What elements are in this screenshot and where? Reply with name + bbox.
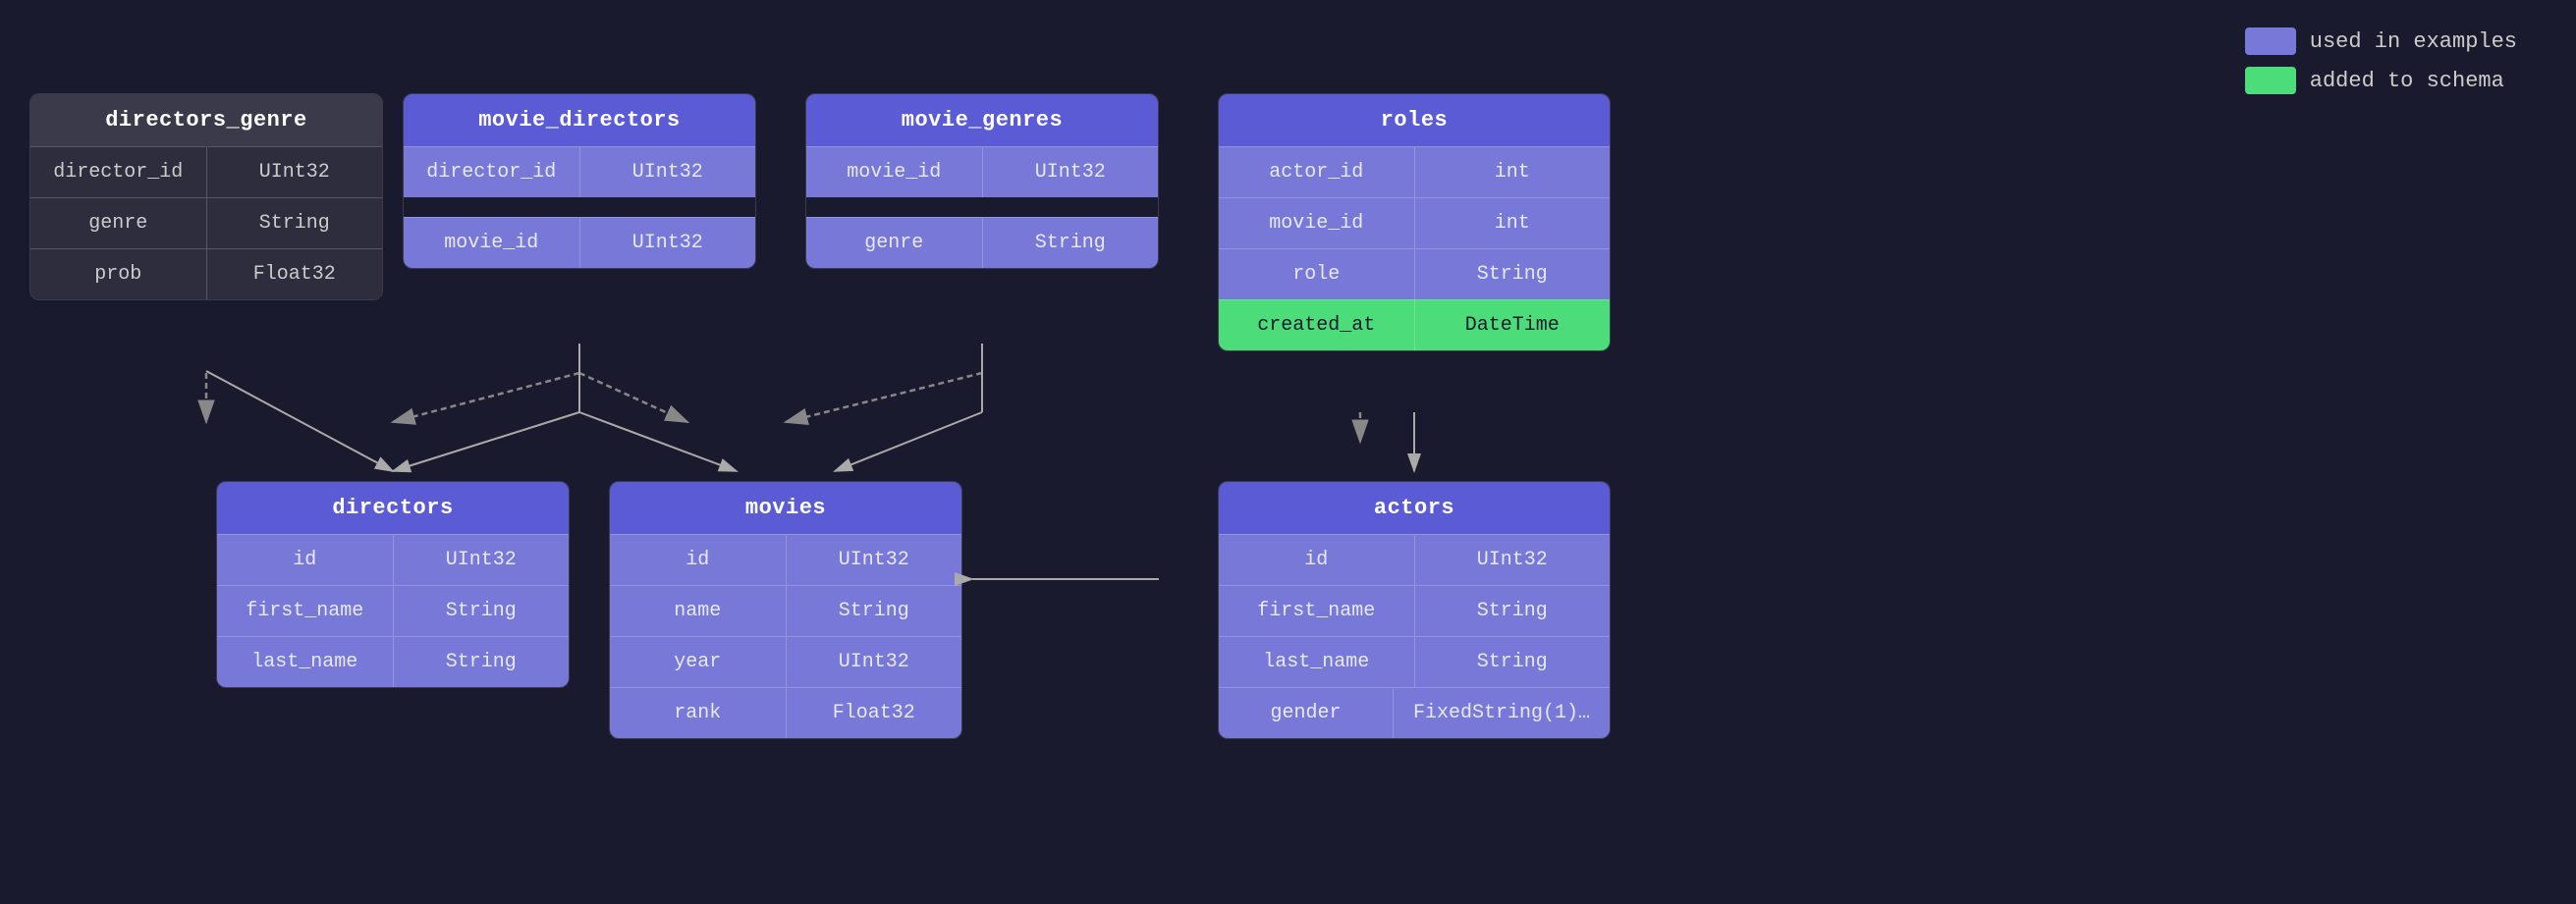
table-row: rank Float32 [610, 687, 961, 738]
table-row: movie_id int [1219, 197, 1610, 248]
table-row: last_name String [217, 636, 569, 687]
table-rows-actors: id UInt32 first_name String last_name St… [1219, 534, 1610, 738]
table-row: genre String [30, 197, 382, 248]
table-row: last_name String [1219, 636, 1610, 687]
diagram-canvas: used in examples added to schema directo… [0, 0, 2576, 904]
table-row: role String [1219, 248, 1610, 299]
table-row: id UInt32 [217, 534, 569, 585]
table-row: genre String [806, 217, 1158, 268]
table-row: director_id UInt32 [30, 146, 382, 197]
table-rows-directors: id UInt32 first_name String last_name St… [217, 534, 569, 687]
table-row: gender FixedString(1)… [1219, 687, 1610, 738]
table-rows-movies: id UInt32 name String year UInt32 rank F… [610, 534, 961, 738]
table-rows-roles: actor_id int movie_id int role String cr… [1219, 146, 1610, 350]
table-row: movie_id UInt32 [806, 146, 1158, 197]
table-row: first_name String [1219, 585, 1610, 636]
table-movie-directors: movie_directors director_id UInt32 movie… [403, 93, 756, 269]
legend: used in examples added to schema [2245, 27, 2517, 94]
table-row-created-at: created_at DateTime [1219, 299, 1610, 350]
table-header-movies: movies [610, 482, 961, 534]
table-header-movie-directors: movie_directors [404, 94, 755, 146]
table-roles: roles actor_id int movie_id int role Str… [1218, 93, 1611, 351]
table-header-movie-genres: movie_genres [806, 94, 1158, 146]
table-directors-genre: directors_genre director_id UInt32 genre… [29, 93, 383, 300]
table-row: director_id UInt32 [404, 146, 755, 197]
table-row: year UInt32 [610, 636, 961, 687]
legend-item-added: added to schema [2245, 67, 2517, 94]
table-rows-movie-directors: director_id UInt32 movie_id UInt32 [404, 146, 755, 268]
table-row: id UInt32 [610, 534, 961, 585]
table-row: prob Float32 [30, 248, 382, 299]
table-movie-genres: movie_genres movie_id UInt32 genre Strin… [805, 93, 1159, 269]
legend-item-used: used in examples [2245, 27, 2517, 55]
table-actors: actors id UInt32 first_name String last_… [1218, 481, 1611, 739]
table-row: movie_id UInt32 [404, 217, 755, 268]
table-row: actor_id int [1219, 146, 1610, 197]
legend-box-blue [2245, 27, 2296, 55]
table-row: name String [610, 585, 961, 636]
legend-box-green [2245, 67, 2296, 94]
table-header-actors: actors [1219, 482, 1610, 534]
table-header-directors-genre: directors_genre [30, 94, 382, 146]
table-movies: movies id UInt32 name String year UInt32… [609, 481, 962, 739]
table-header-roles: roles [1219, 94, 1610, 146]
table-rows-directors-genre: director_id UInt32 genre String prob Flo… [30, 146, 382, 299]
table-row: id UInt32 [1219, 534, 1610, 585]
table-header-directors: directors [217, 482, 569, 534]
legend-label-used: used in examples [2310, 29, 2517, 54]
legend-label-added: added to schema [2310, 69, 2504, 93]
table-rows-movie-genres: movie_id UInt32 genre String [806, 146, 1158, 268]
table-directors: directors id UInt32 first_name String la… [216, 481, 570, 688]
table-row: first_name String [217, 585, 569, 636]
